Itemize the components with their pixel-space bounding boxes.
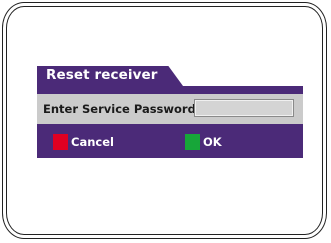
reset-receiver-dialog: Enter Service Password Cancel OK [37, 86, 303, 158]
password-row: Enter Service Password [37, 94, 303, 124]
ok-button[interactable]: OK [185, 134, 245, 150]
green-key-icon [185, 134, 200, 150]
password-label: Enter Service Password [43, 102, 196, 116]
ok-label: OK [203, 135, 222, 149]
cancel-button[interactable]: Cancel [53, 134, 133, 150]
cancel-label: Cancel [71, 135, 114, 149]
service-password-field[interactable] [194, 99, 294, 117]
dialog-title-tab: Reset receiver [37, 66, 183, 86]
red-key-icon [53, 134, 68, 150]
dialog-title: Reset receiver [46, 67, 158, 83]
